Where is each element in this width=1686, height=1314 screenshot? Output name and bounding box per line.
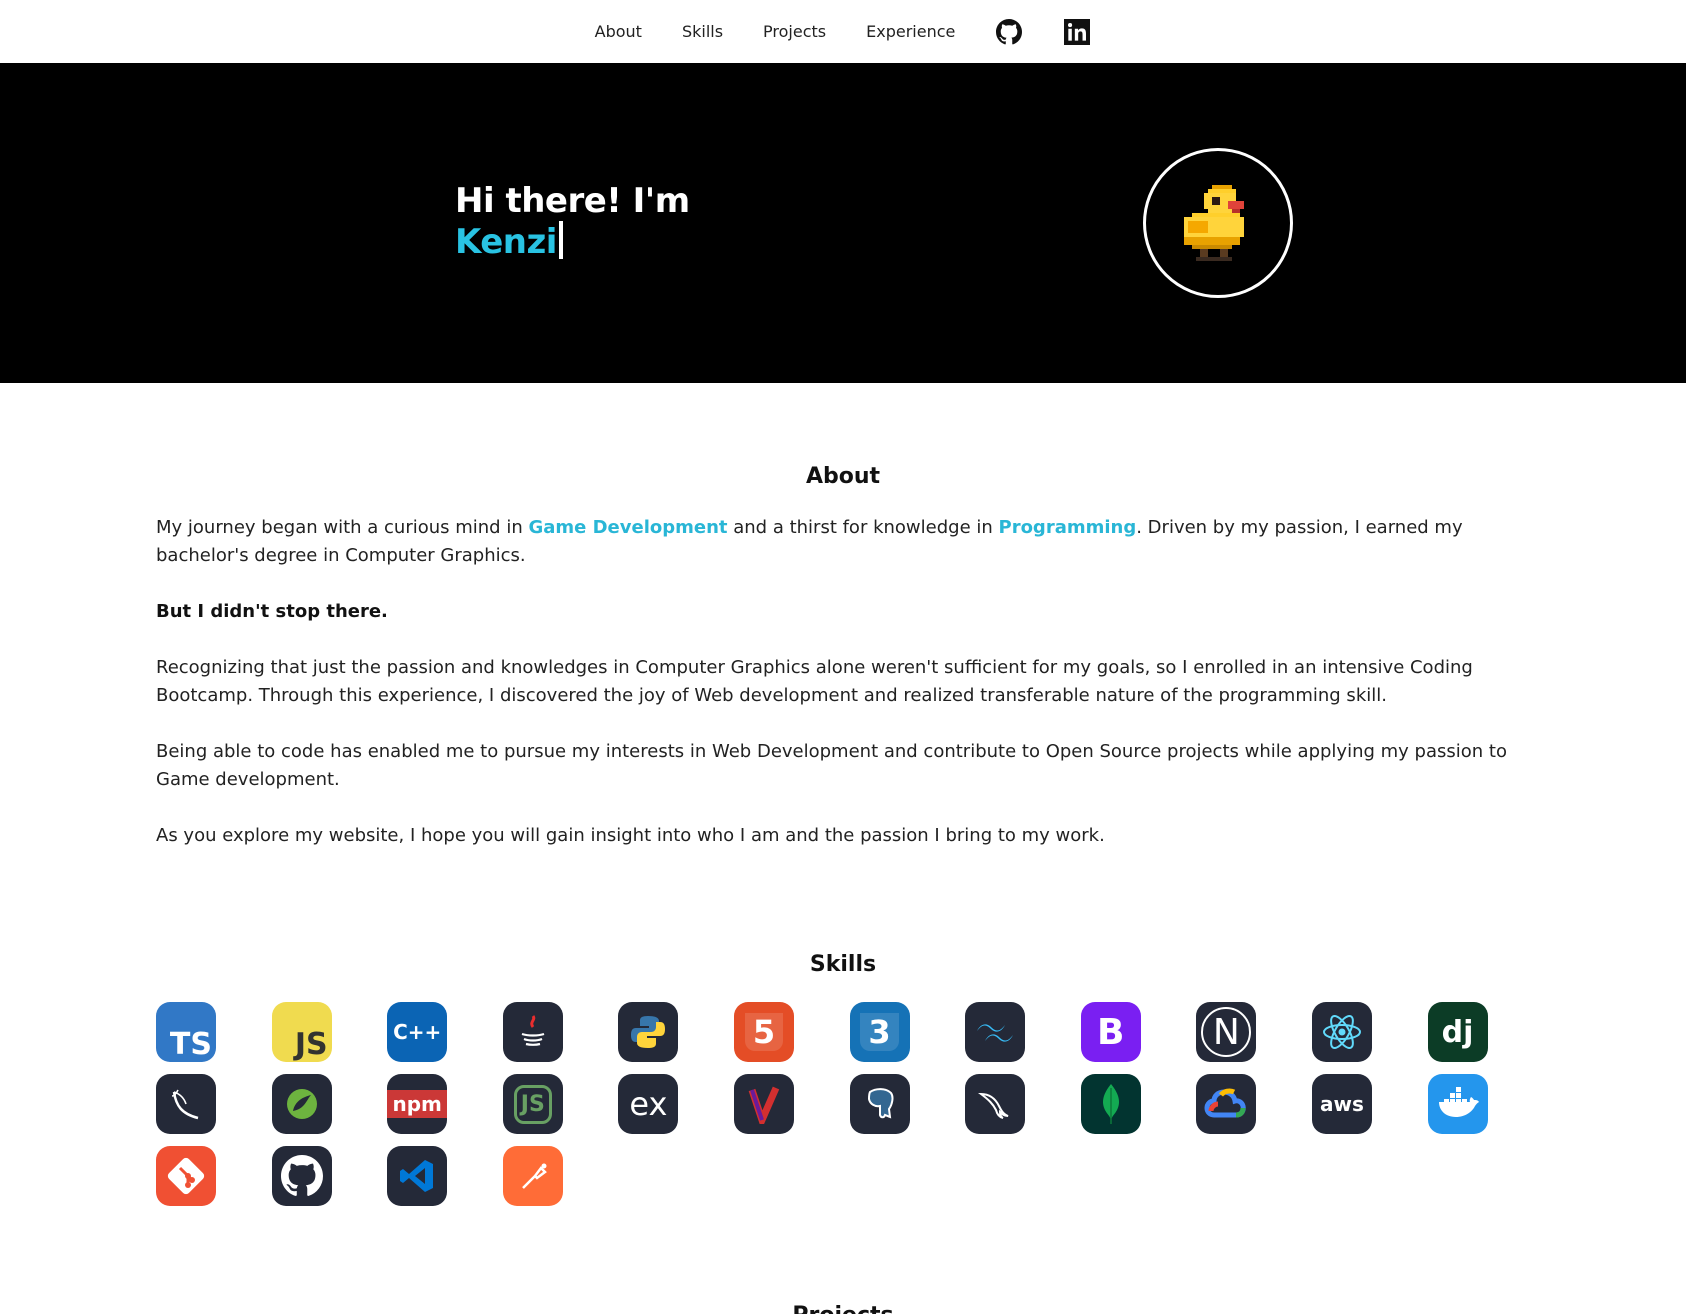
about-paragraph-3: Recognizing that just the passion and kn… <box>156 657 1473 706</box>
cplusplus-icon: C++ <box>387 1002 448 1062</box>
tailwind-icon <box>965 1002 1026 1062</box>
skills-title: Skills <box>809 952 877 977</box>
mysql-icon <box>965 1074 1026 1134</box>
express-icon: ex <box>618 1074 679 1134</box>
postgresql-icon <box>849 1074 910 1134</box>
skill-label: ex <box>629 1085 668 1123</box>
pixel-duck-avatar <box>1184 185 1244 261</box>
highlight-programming: Programming <box>998 517 1137 538</box>
git-icon <box>156 1146 216 1206</box>
skill-label: npm <box>387 1090 447 1118</box>
hero-greeting: Hi there! I'm <box>455 181 690 221</box>
highlight-game-development: Game Development <box>528 517 728 538</box>
projects-title: Projects <box>0 1303 1686 1314</box>
about-paragraph-4: Being able to code has enabled me to pur… <box>156 741 1507 790</box>
nav-link-skills[interactable]: Skills <box>682 22 723 41</box>
vscode-icon <box>387 1146 448 1206</box>
java-icon <box>502 1002 563 1062</box>
github-icon <box>271 1146 332 1206</box>
spring-icon <box>271 1074 332 1134</box>
skill-label: B <box>1097 1011 1125 1053</box>
nav-link-about[interactable]: About <box>595 22 642 41</box>
hero-heading: Hi there! I'm Kenzi <box>455 181 690 262</box>
html5-icon: 5 <box>733 1002 794 1062</box>
typescript-icon: TS <box>156 1002 216 1062</box>
skill-label: JS <box>294 1027 328 1062</box>
skill-label: N <box>1201 1007 1252 1057</box>
python-icon <box>618 1002 679 1062</box>
nav-link-projects[interactable]: Projects <box>763 22 826 41</box>
skill-label: dj <box>1441 1014 1474 1050</box>
npm-icon: npm <box>387 1074 448 1134</box>
nextjs-icon: N <box>1196 1002 1257 1062</box>
css3-icon: 3 <box>849 1002 910 1062</box>
react-icon <box>1311 1002 1372 1062</box>
google-cloud-icon <box>1196 1074 1257 1134</box>
skill-label: aws <box>1319 1092 1364 1116</box>
flask-icon <box>156 1074 216 1134</box>
mongodb-icon <box>1080 1074 1141 1134</box>
about-paragraph-5: As you explore my website, I hope you wi… <box>156 825 1105 846</box>
skills-grid: TS JS C++ 5 3 B Ndj npm JS ex aws <box>156 1002 1556 1206</box>
javascript-icon: JS <box>271 1002 332 1062</box>
about-paragraph-2: But I didn't stop there. <box>156 601 388 622</box>
about-title: About <box>805 464 881 489</box>
hero-name: Kenzi <box>455 222 557 262</box>
linkedin-icon[interactable] <box>1064 18 1091 45</box>
nav-link-experience[interactable]: Experience <box>866 22 955 41</box>
aws-icon: aws <box>1311 1074 1372 1134</box>
django-icon: dj <box>1427 1002 1488 1062</box>
hero-banner: Hi there! I'm Kenzi <box>0 63 1686 383</box>
docker-icon <box>1427 1074 1488 1134</box>
avatar <box>1143 148 1293 298</box>
postman-icon <box>502 1146 563 1206</box>
maven-icon <box>733 1074 794 1134</box>
about-paragraph-1: My journey began with a curious mind in … <box>156 517 1463 566</box>
github-icon[interactable] <box>996 18 1023 45</box>
nodejs-icon: JS <box>502 1074 563 1134</box>
top-nav: About Skills Projects Experience <box>0 0 1686 63</box>
skill-label: TS <box>169 1027 212 1062</box>
typing-cursor <box>558 221 563 259</box>
skill-label: 3 <box>860 1013 899 1051</box>
skill-label: C++ <box>393 1020 442 1044</box>
skill-label: JS <box>513 1084 552 1124</box>
bootstrap-icon: B <box>1080 1002 1141 1062</box>
about-content: My journey began with a curious mind in … <box>156 514 1536 878</box>
skill-label: 5 <box>744 1013 784 1051</box>
